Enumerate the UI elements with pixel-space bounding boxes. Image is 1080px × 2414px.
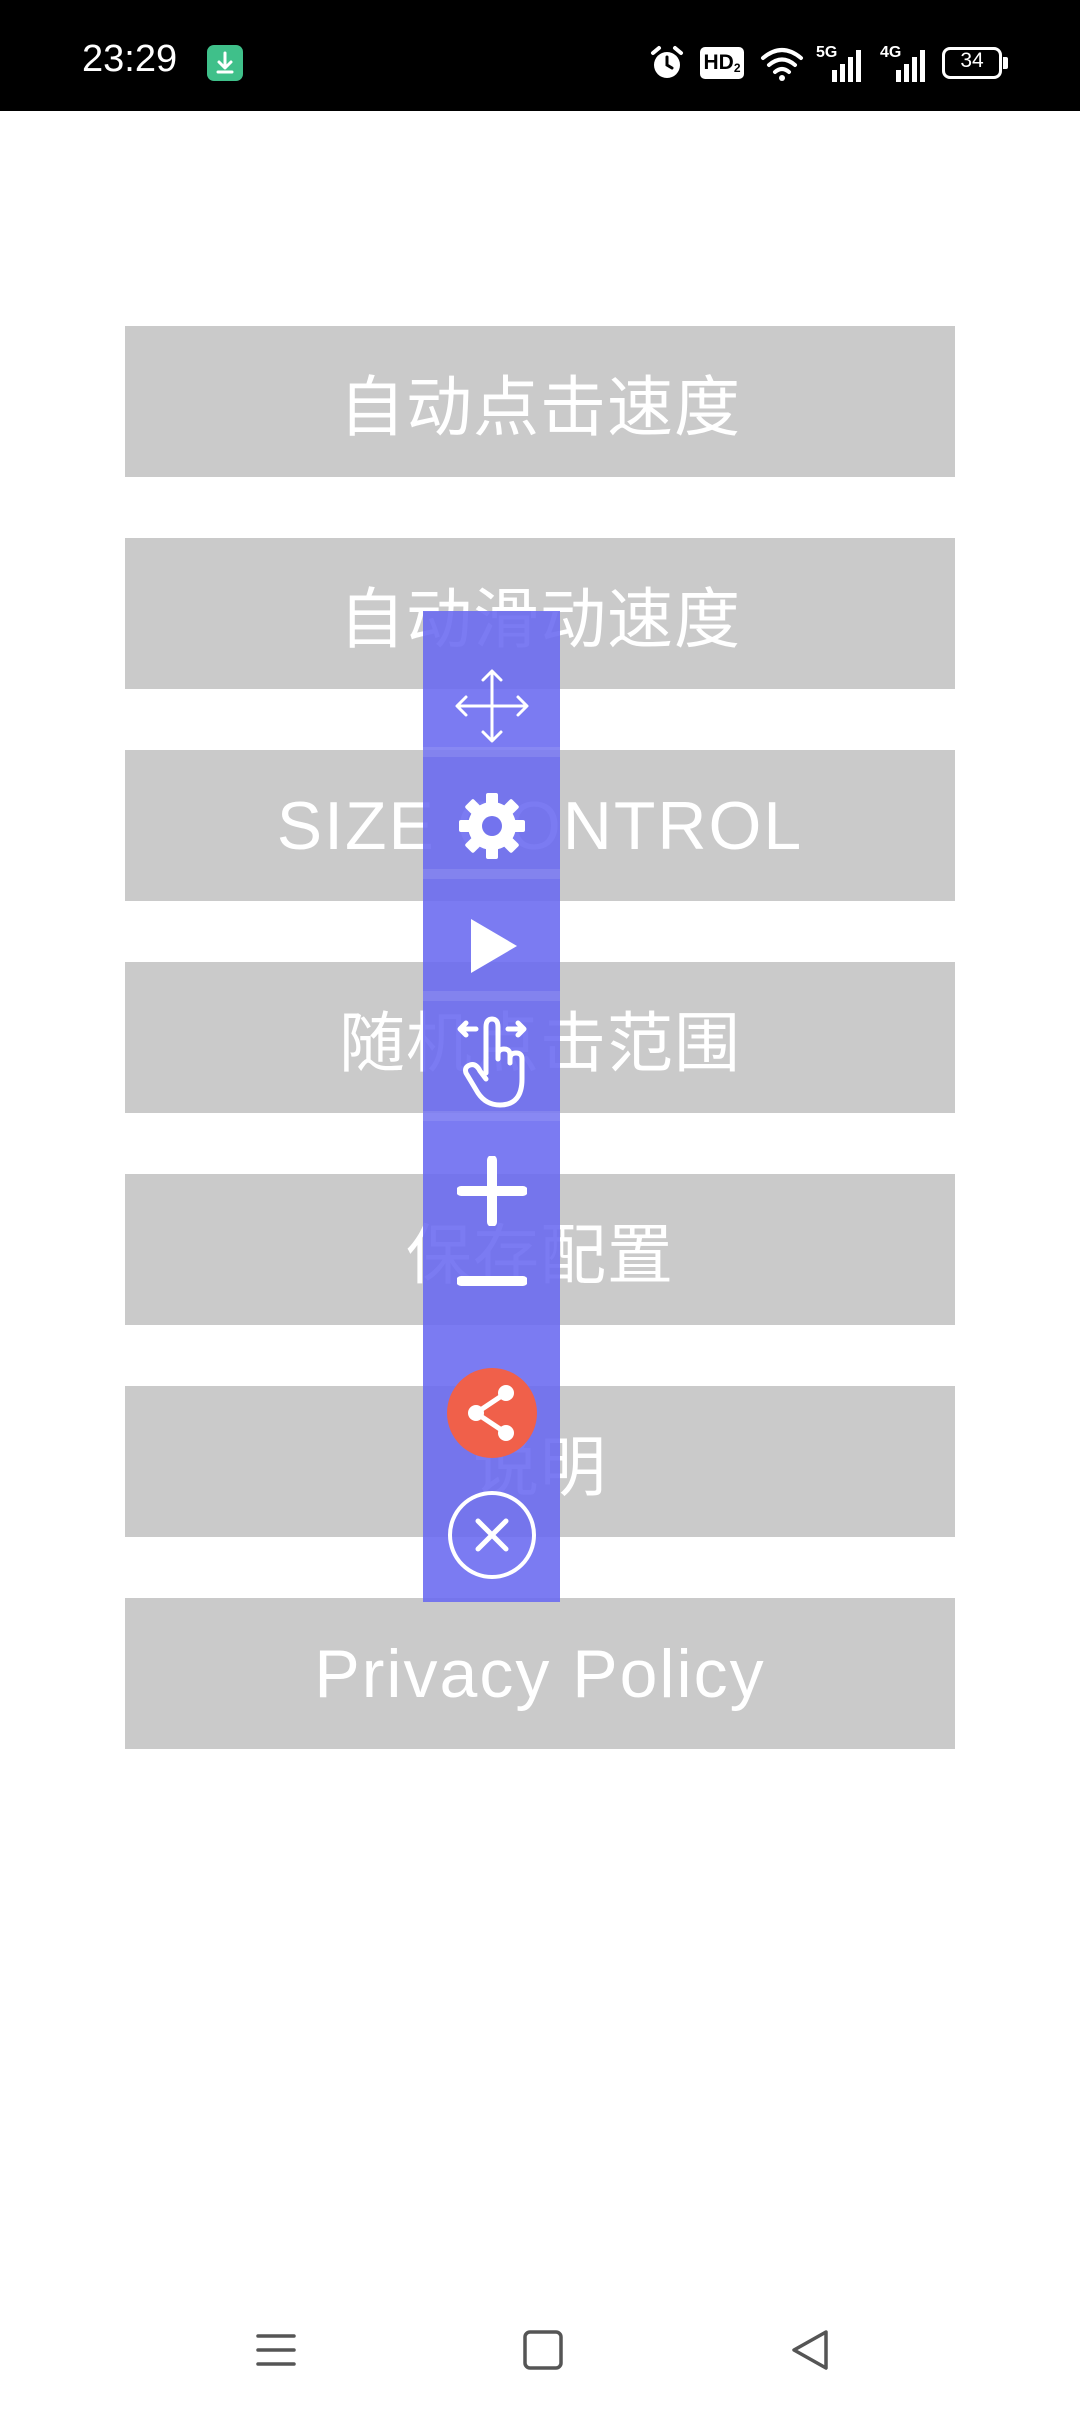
- move-button[interactable]: [423, 651, 560, 761]
- download-icon: [207, 45, 243, 81]
- close-button[interactable]: [423, 1487, 560, 1583]
- 4g-signal-icon: 4G: [880, 44, 930, 82]
- move-icon: [455, 669, 528, 743]
- settings-button[interactable]: [423, 771, 560, 881]
- hd-label: HD: [703, 51, 734, 74]
- back-icon[interactable]: [780, 2320, 840, 2380]
- menu-icon[interactable]: [246, 2320, 306, 2380]
- minus-icon: [456, 1276, 527, 1286]
- play-button[interactable]: [423, 891, 560, 1001]
- privacy-policy-button[interactable]: Privacy Policy: [125, 1598, 955, 1749]
- share-button[interactable]: [423, 1365, 560, 1461]
- plus-icon: [456, 1156, 527, 1226]
- decrease-button[interactable]: [423, 1251, 560, 1311]
- floating-toolbar[interactable]: [423, 611, 560, 1602]
- status-time: 23:29: [82, 38, 178, 80]
- hd-icon: HD 2: [700, 47, 744, 79]
- status-bar: 23:29 HD 2 5G 4G 34: [0, 0, 1080, 111]
- auto-click-speed-button[interactable]: 自动点击速度: [125, 326, 955, 477]
- hd-sub: 2: [733, 61, 741, 75]
- tap-gesture-icon: [457, 1016, 526, 1108]
- share-icon: [446, 1368, 537, 1458]
- home-icon[interactable]: [513, 2320, 573, 2380]
- gear-icon: [458, 793, 525, 859]
- battery-level: 34: [960, 49, 984, 72]
- increase-button[interactable]: [423, 1141, 560, 1241]
- 5g-signal-icon: 5G: [816, 44, 866, 82]
- battery-icon: 34: [942, 47, 1008, 79]
- play-icon: [470, 919, 517, 973]
- wifi-icon: [761, 48, 803, 81]
- tap-gesture-button[interactable]: [423, 1003, 560, 1123]
- alarm-icon: [651, 46, 683, 78]
- navigation-bar: [0, 2290, 1080, 2414]
- close-icon: [447, 1491, 536, 1579]
